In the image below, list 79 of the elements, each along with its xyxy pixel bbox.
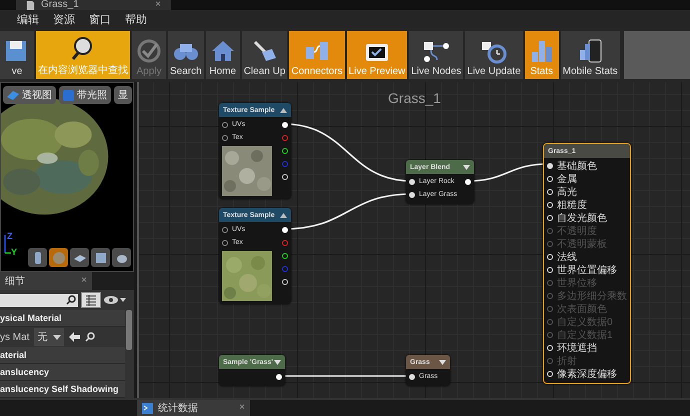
- pin-label: 高光: [557, 186, 577, 198]
- pin-label: 金属: [557, 172, 577, 186]
- search-icon: [66, 295, 76, 305]
- input-pin[interactable]: [222, 122, 228, 128]
- pin-label: 法线: [557, 250, 577, 264]
- axis-label: Z: [7, 231, 12, 241]
- pin-label: 像素深度偏移: [557, 368, 617, 380]
- input-pin[interactable]: [222, 240, 228, 246]
- collapse-icon[interactable]: [280, 108, 287, 112]
- pin-label: 次表面颜色: [557, 302, 607, 316]
- search-icon[interactable]: [85, 332, 96, 342]
- arrow-left-icon[interactable]: [69, 332, 80, 342]
- sphere-preview-button[interactable]: [49, 248, 68, 267]
- toolbar-button[interactable]: Live Nodes: [409, 31, 464, 79]
- input-pin[interactable]: [222, 226, 228, 232]
- tab-title: 统计数据: [158, 402, 198, 415]
- pin-label: 不透明度: [557, 224, 597, 238]
- grid-icon: [85, 294, 97, 306]
- collapse-icon[interactable]: [463, 164, 470, 170]
- pin-label: 世界位置偏移: [557, 264, 617, 276]
- property-label: ys Mat: [0, 332, 30, 342]
- toolbar-button[interactable]: ve: [0, 31, 34, 79]
- sphere-icon: [52, 250, 66, 264]
- grid-view-button[interactable]: [81, 292, 101, 308]
- pin-label: 不透明蒙板: [557, 238, 607, 250]
- cube-icon: [63, 90, 74, 100]
- category-header[interactable]: anslucency: [0, 364, 125, 381]
- output-pin[interactable]: [282, 252, 288, 258]
- collapse-icon[interactable]: [280, 212, 287, 218]
- output-pin[interactable]: [282, 148, 288, 154]
- menu-item[interactable]: 资源: [53, 12, 75, 26]
- pin-label: 自发光颜色: [557, 212, 607, 224]
- pin-label: 环境遮挡: [557, 342, 597, 354]
- plane-preview-button[interactable]: [70, 248, 89, 267]
- close-icon[interactable]: ×: [155, 0, 161, 10]
- toolbar-button[interactable]: Search: [168, 31, 204, 79]
- document-tab[interactable]: Grass_1 ×: [16, 0, 171, 10]
- pin-label: 粗糙度: [557, 198, 587, 212]
- collapse-icon[interactable]: [274, 360, 281, 364]
- toolbar-background: [624, 31, 690, 79]
- collapse-icon[interactable]: [439, 360, 446, 364]
- viewport-button[interactable]: 带光照: [59, 86, 111, 104]
- details-tab[interactable]: 细节 ×: [0, 272, 92, 290]
- toolbar-button[interactable]: Clean Up: [242, 31, 288, 79]
- pin-label: 基础颜色: [557, 160, 597, 172]
- close-icon[interactable]: ×: [81, 276, 87, 286]
- pin-label: 折射: [557, 354, 577, 368]
- cylinder-preview-button[interactable]: [28, 248, 47, 267]
- search-field[interactable]: [0, 294, 78, 306]
- dropdown[interactable]: 无: [34, 328, 64, 346]
- pin-label: 世界位移: [557, 276, 597, 290]
- caret-icon: [53, 334, 62, 340]
- cube-preview-button[interactable]: [91, 248, 110, 267]
- viewport-button[interactable]: 显: [114, 86, 132, 104]
- pin-label: 自定义数据1: [557, 328, 613, 342]
- teapot-preview-button[interactable]: [112, 248, 131, 267]
- axis-gizmo-icon: [4, 233, 12, 255]
- category-header[interactable]: ysical Material: [0, 310, 125, 327]
- category-header[interactable]: anslucency Self Shadowing: [0, 381, 125, 398]
- tab-title: Grass_1: [41, 0, 80, 10]
- toolbar-button[interactable]: Home: [206, 31, 240, 79]
- menu-item[interactable]: 窗口: [89, 12, 111, 26]
- viewport-button[interactable]: 透视图: [3, 86, 56, 104]
- menu-item[interactable]: 编辑: [17, 12, 39, 26]
- close-icon[interactable]: ×: [239, 403, 245, 413]
- pin-label: 多边形细分乘数: [557, 290, 627, 302]
- tab-title: 细节: [5, 274, 25, 288]
- stats-tab[interactable]: 统计数据 ×: [137, 400, 250, 416]
- toolbar-button[interactable]: Mobile Stats: [560, 31, 620, 79]
- graph-title: Grass_1: [387, 90, 442, 106]
- input-pin[interactable]: [222, 134, 228, 140]
- category-header[interactable]: aterial: [0, 347, 125, 364]
- terminal-icon: [142, 402, 153, 414]
- pin-label: 自定义数据0: [557, 316, 613, 328]
- menu-item[interactable]: 帮助: [125, 12, 147, 26]
- axis-label: Y: [11, 247, 18, 257]
- toolbar-button[interactable]: Live Update: [465, 31, 523, 79]
- cube-icon: [94, 250, 108, 264]
- eye-icon[interactable]: [104, 295, 126, 305]
